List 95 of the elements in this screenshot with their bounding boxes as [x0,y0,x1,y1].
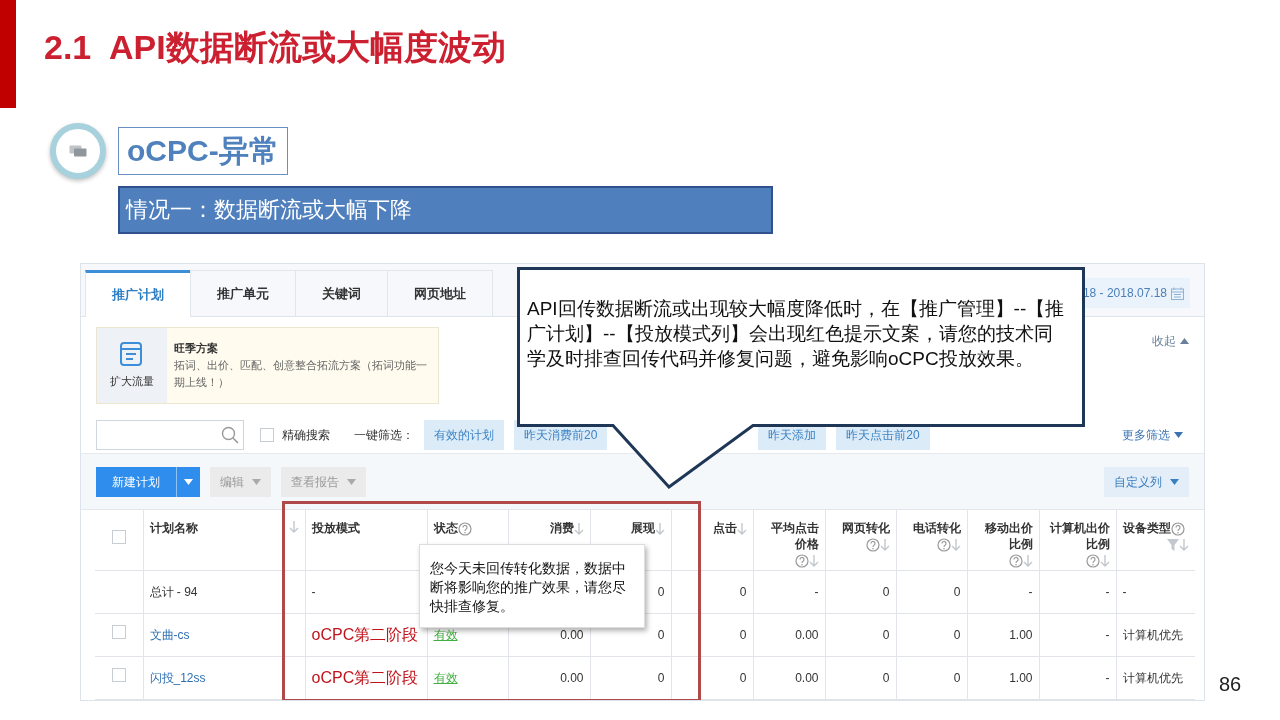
caret-icon [1170,478,1179,485]
column-header[interactable]: 展现 [630,521,655,535]
sort-icon[interactable] [950,537,961,552]
caret-icon [1174,432,1183,438]
custom-columns-button[interactable]: 自定义列 [1104,466,1189,497]
collapse-link[interactable]: 收起 [1152,333,1189,349]
help-icon[interactable] [1008,553,1023,568]
table-cell: 0 [953,584,961,599]
sort-icon[interactable] [573,521,584,536]
tab[interactable]: 网页地址 [387,270,493,316]
table-cell: 1.00 [1009,670,1033,685]
table-cell: - [1028,584,1033,599]
quick-filter-label: 一键筛选： [354,427,414,444]
table-cell: 0 [953,627,961,642]
help-icon[interactable] [457,521,472,536]
table-cell: 计算机优先 [1122,670,1183,685]
sort-icon[interactable] [879,537,890,552]
more-filters-link[interactable]: 更多筛选 [1122,426,1183,444]
checkbox-label: 精确搜索 [282,427,330,444]
table-cell: 0 [882,584,890,599]
sort-icon[interactable] [1099,553,1110,568]
help-icon[interactable] [794,553,809,568]
mode-warning: oCPC第二阶段 [311,625,419,643]
table-cell: - [311,584,316,599]
table-cell: 0.00 [795,670,819,685]
promo-text: 拓词、出价、匹配、创意整合拓流方案（拓词功能一期上线！） [174,358,428,390]
caret-icon [1180,338,1189,344]
section-heading: oCPC-异常 [118,127,288,175]
table-cell: 0 [657,584,665,599]
column-header[interactable]: 消费 [549,521,574,535]
sort-icon[interactable] [654,521,665,536]
slide-title: 2.1 API数据断流或大幅度波动 [44,26,506,68]
table-cell: 0.00 [560,670,584,685]
sort-icon[interactable] [288,520,299,534]
mode-warning: oCPC第二阶段 [311,668,419,686]
column-header[interactable]: 状态 [433,521,458,535]
table-cell: 0 [882,670,890,685]
calendar-icon[interactable] [1171,286,1184,300]
filter-chip[interactable]: 有效的计划 [424,420,504,450]
column-header[interactable]: 计划名称 [149,520,198,536]
table-cell: 0 [657,670,665,685]
caret-icon [347,478,356,485]
table-cell: 0.00 [795,627,819,642]
caret-icon [184,478,193,485]
table-cell: - [1105,670,1110,685]
column-header[interactable]: 网页转化 [841,521,890,535]
card-icon [69,145,87,157]
column-header[interactable]: 设备类型 [1122,521,1171,535]
search-icon[interactable] [221,426,239,444]
column-header[interactable]: 投放模式 [311,521,360,535]
search-field[interactable] [96,420,244,450]
filter-icon[interactable] [1167,537,1179,552]
help-icon[interactable] [1085,553,1100,568]
column-header[interactable]: 点击 [712,521,737,535]
table-cell: - [1105,627,1110,642]
case-banner: 情况一：数据断流或大幅下降 [118,186,773,234]
plan-name-link[interactable]: 闪投_12ss [149,670,206,685]
expand-traffic-button[interactable]: 扩大流量 [97,328,167,403]
table-cell: 0 [739,627,747,642]
table-cell: 0 [657,627,665,642]
sort-icon[interactable] [736,521,747,536]
table-cell: 1.00 [1009,627,1033,642]
promo-title: 旺季方案 [174,341,219,356]
table-cell: 0 [882,627,890,642]
table-cell: 0 [739,670,747,685]
table-cell: 0 [739,584,747,599]
column-header[interactable]: 平均点击价格 [759,520,819,552]
table-cell: - [1105,584,1110,599]
checkbox[interactable] [111,530,126,544]
sort-icon[interactable] [808,553,819,568]
checkbox[interactable] [260,428,274,442]
caret-icon [252,478,261,485]
table-cell: - [1122,584,1127,599]
table-cell: 0.00 [560,627,584,642]
table-cell: - [814,584,819,599]
callout-text: API回传数据断流或出现较大幅度降低时，在【推广管理】--【推广计划】--【投放模式列】会出现红色提示文案，请您的技术同学及时排查回传代码并修复问题，避免影响oCPC投放效果。 [527,297,1066,371]
checkbox[interactable] [111,668,126,682]
page-number: 86 [1219,672,1242,697]
help-icon[interactable] [1170,521,1185,536]
sort-icon[interactable] [1022,553,1033,568]
checkbox[interactable] [111,625,126,639]
column-header[interactable]: 电话转化 [912,521,961,535]
help-icon[interactable] [936,537,951,552]
document-icon [119,341,145,368]
table-cell: 计算机优先 [1122,627,1183,642]
dropdown-toggle[interactable] [176,466,200,497]
plan-name-link[interactable]: 文曲-cs [149,627,190,642]
table-cell: 0 [953,670,961,685]
help-icon[interactable] [865,537,880,552]
tab[interactable]: 推广计划 [85,270,191,317]
warning-tooltip: 您今天未回传转化数据，数据中断将影响您的推广效果，请您尽快排查修复。 [419,544,645,628]
sort-icon[interactable] [1179,537,1189,552]
table-cell: 总计 - 94 [149,584,198,599]
column-header[interactable]: 计算机出价比例 [1045,520,1110,552]
column-header[interactable]: 移动出价比例 [973,520,1033,552]
